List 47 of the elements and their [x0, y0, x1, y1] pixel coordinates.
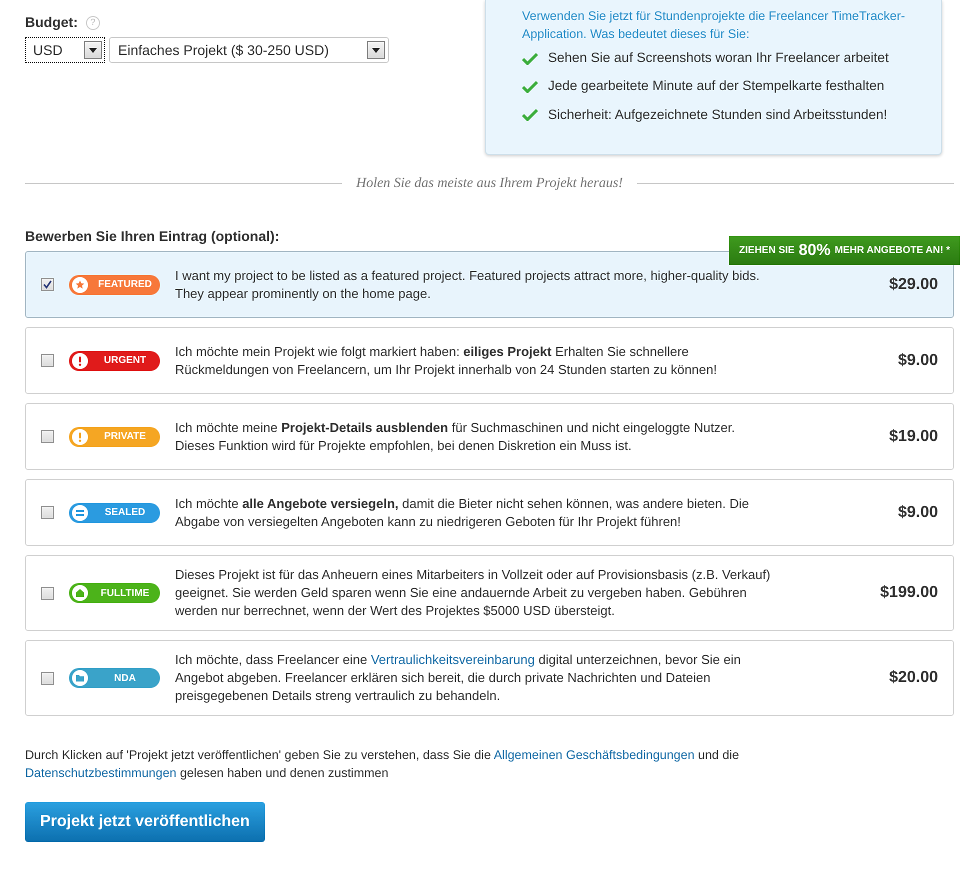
check-icon: [522, 80, 538, 93]
upgrade-description: Ich möchte, dass Freelancer eine Vertraulichkeitsvereinbarung digital unterzeichnen, bevor Sie ein Angebot abgeben. Freelancer erklären sich bereit, die durch private Nachrichten und Dateien preisgegebenen Details streng vertraulich zu behandeln.: [175, 651, 742, 705]
checkbox[interactable]: [41, 672, 54, 684]
folder-icon: [72, 670, 88, 686]
upgrade-badge: NDA: [69, 668, 160, 688]
project-type-select[interactable]: Einfaches Projekt ($ 30-250 USD): [109, 37, 389, 63]
seal-icon: [72, 504, 88, 520]
house-icon: [72, 585, 88, 601]
upgrade-description: Dieses Projekt ist für das Anheuern eines Mitarbeiters in Vollzeit oder auf Provisionsbasis (z.B. Verkauf) geeignet. Sie werden Geld sparen wenn Sie eine andauernde Arbeit zu vergeben haben. Gebühren werden nur berrechnet, wenn der Wert des Projektes $5000 USD übersteigt.: [175, 566, 772, 620]
currency-select[interactable]: USD: [25, 37, 105, 63]
upgrade-description: Ich möchte meine Projekt-Details ausblenden für Suchmaschinen und nicht eingeloggte Nutzer. Dieses Funktion wird für Projekte empfohlen, bei denen Diskretion ein Muss ist.: [175, 418, 736, 454]
price: $19.00: [889, 426, 938, 446]
check-icon: [522, 52, 538, 65]
publish-button[interactable]: Projekt jetzt veröffentlichen: [25, 802, 265, 842]
price: $9.00: [898, 350, 938, 370]
price: $199.00: [880, 583, 938, 603]
alert-icon: [72, 428, 88, 444]
upgrade-badge: URGENT: [69, 350, 160, 370]
price: $29.00: [889, 274, 938, 294]
price: $20.00: [889, 668, 938, 688]
info-point: Sehen Sie auf Screenshots woran Ihr Freelancer arbeitet: [548, 49, 889, 67]
budget-label: Budget:: [25, 13, 78, 32]
alert-icon: [72, 352, 88, 368]
upgrade-description: Ich möchte alle Angebote versiegeln, damit die Bieter nicht sehen können, was andere bieten. Die Abgabe von versiegelten Angeboten kann zu niedrigeren Geboten für Ihr Projekt führen!: [175, 494, 750, 530]
checkbox[interactable]: [41, 278, 54, 291]
terms-text: Durch Klicken auf 'Projekt jetzt veröffentlichen' geben Sie zu verstehen, dass Sie die Allgemeinen Geschäftsbedingungen und die Datenschutzbestimmungen gelesen haben und denen zustimmen: [25, 747, 740, 782]
check-icon: [522, 108, 538, 122]
checkbox[interactable]: [41, 354, 54, 367]
price: $9.00: [898, 502, 938, 522]
info-point: Jede gearbeitete Minute auf der Stempelkarte festhalten: [548, 77, 884, 96]
link[interactable]: Datenschutzbestimmungen: [25, 766, 176, 780]
checkbox[interactable]: [41, 586, 54, 600]
upgrade-badge: PRIVATE: [69, 426, 160, 446]
upgrade-badge: FEATURED: [69, 274, 160, 294]
upgrade-description: Ich möchte mein Projekt wie folgt markiert haben: eiliges Projekt Erhalten Sie schnellere Rückmeldungen von Freelancern, um Ihr Projekt innerhalb von 24 Stunden starten zu können!: [175, 342, 718, 378]
info-point: Sicherheit: Aufgezeichnete Stunden sind Arbeitsstunden!: [548, 106, 888, 124]
divider-caption: Holen Sie das meiste aus Ihrem Projekt heraus!: [356, 175, 623, 193]
upgrade-badge: SEALED: [69, 502, 160, 522]
info-intro: Verwenden Sie jetzt für Stundenprojekte die Freelancer TimeTracker-Application. Was bedeutet dieses für Sie:: [522, 8, 906, 43]
link[interactable]: Allgemeinen Geschäftsbedingungen: [494, 748, 695, 762]
upgrade-badge: FULLTIME: [69, 583, 160, 603]
promo-ribbon: ZIEHEN SIE 80% MEHR ANGEBOTE AN! *: [729, 236, 960, 265]
link[interactable]: Vertraulichkeitsvereinbarung: [370, 652, 535, 667]
checkbox[interactable]: [41, 506, 54, 519]
section-heading: Bewerben Sie Ihren Eintrag (optional):: [25, 228, 280, 244]
upgrade-description: I want my project to be listed as a featured project. Featured projects attract more, higher-quality bids. They appear prominently on the home page.: [175, 266, 761, 302]
checkbox[interactable]: [41, 430, 54, 443]
